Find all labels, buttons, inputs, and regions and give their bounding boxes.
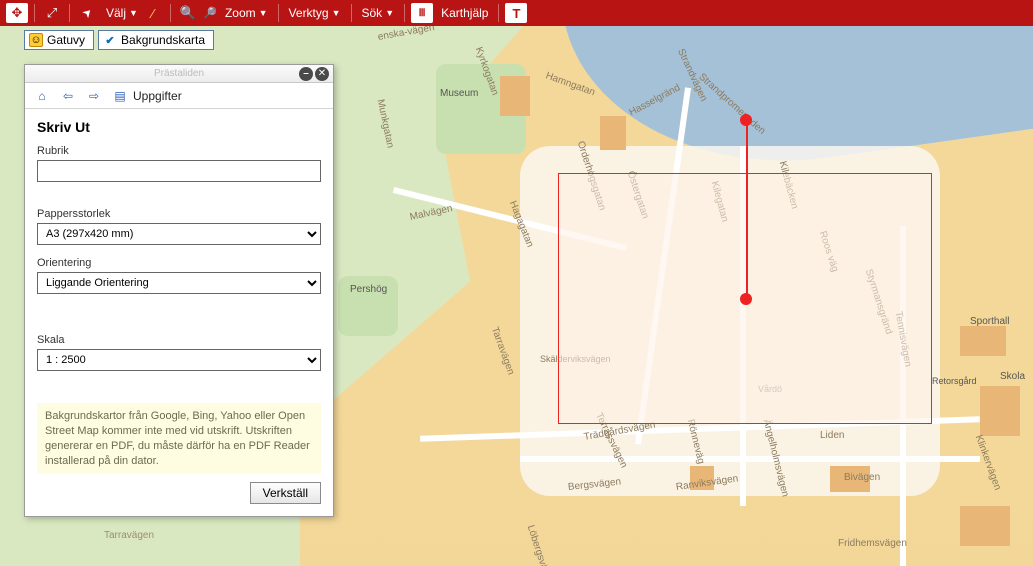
panel-body: Skriv Ut Rubrik Pappersstorlek A3 (297x4… bbox=[25, 109, 333, 516]
tools-menu[interactable]: Verktyg ▼ bbox=[285, 3, 345, 23]
building bbox=[500, 76, 530, 116]
select-label-text: Välj bbox=[106, 6, 126, 20]
arrow-left-icon[interactable]: ⇦ bbox=[59, 87, 77, 105]
person-icon: ☺ bbox=[29, 33, 43, 47]
park-area bbox=[338, 276, 398, 336]
scale-label: Skala bbox=[37, 334, 321, 346]
orientation-select[interactable]: Liggande Orientering bbox=[37, 272, 321, 294]
background-map-label: Bakgrundskarta bbox=[121, 33, 205, 47]
street-enska: enska-vägen bbox=[377, 26, 435, 43]
separator bbox=[351, 4, 352, 22]
panel-ghost-title: Prästaliden bbox=[25, 68, 333, 79]
building bbox=[980, 386, 1020, 436]
arrow-right-icon[interactable]: ⇨ bbox=[85, 87, 103, 105]
building bbox=[960, 326, 1006, 356]
street-tarravagen2: Tarravägen bbox=[104, 530, 154, 541]
select-label: Välj ▼ bbox=[102, 3, 142, 23]
details-label: Uppgifter bbox=[133, 89, 182, 103]
layer-buttons: ☺ Gatuvy ✔ Bakgrundskarta bbox=[24, 30, 214, 50]
details-button[interactable]: ▤ Uppgifter bbox=[111, 87, 182, 105]
pointer-icon bbox=[76, 3, 98, 23]
panel-toolbar: ⌂ ⇦ ⇨ ▤ Uppgifter bbox=[25, 83, 333, 109]
paper-size-select[interactable]: A3 (297x420 mm) bbox=[37, 223, 321, 245]
panel-actions: Verkställ bbox=[37, 482, 321, 504]
panel-titlebar[interactable]: Prästaliden – ✕ bbox=[25, 65, 333, 83]
panel-minimize-button[interactable]: – bbox=[299, 67, 313, 81]
print-extent-center-handle[interactable] bbox=[740, 293, 752, 305]
streetview-button[interactable]: ☺ Gatuvy bbox=[24, 30, 94, 50]
rubrik-input[interactable] bbox=[37, 160, 321, 182]
main-toolbar: ✥ ⤢ Välj ▼ ⁄ 🔍 🔎 Zoom ▼ Verktyg ▼ Sök ▼ … bbox=[0, 0, 1033, 26]
chevron-down-icon: ▼ bbox=[332, 8, 341, 18]
measure-icon[interactable]: ⁄ bbox=[142, 3, 164, 23]
street-munkgatan: Munkgatan bbox=[375, 98, 396, 149]
building bbox=[830, 466, 870, 492]
rubrik-label: Rubrik bbox=[37, 145, 321, 157]
scale-select[interactable]: 1 : 2500 bbox=[37, 349, 321, 371]
separator bbox=[34, 4, 35, 22]
paper-size-label: Pappersstorlek bbox=[37, 208, 321, 220]
chevron-down-icon: ▼ bbox=[129, 8, 138, 18]
orientation-label: Orientering bbox=[37, 257, 321, 269]
map-help-icon: Ⅲ bbox=[411, 3, 433, 23]
map-help-label-text: Karthjälp bbox=[441, 6, 488, 20]
zoom-label-text: Zoom bbox=[225, 6, 256, 20]
submit-button[interactable]: Verkställ bbox=[250, 482, 321, 504]
building bbox=[690, 466, 714, 490]
building bbox=[960, 506, 1010, 546]
separator bbox=[170, 4, 171, 22]
separator bbox=[278, 4, 279, 22]
separator bbox=[69, 4, 70, 22]
zoom-in-icon[interactable]: 🔍 bbox=[177, 3, 199, 23]
fullscreen-icon[interactable]: ⤢ bbox=[41, 3, 63, 23]
print-extent-handle-line bbox=[746, 120, 748, 300]
separator bbox=[498, 4, 499, 22]
tools-label-text: Verktyg bbox=[289, 6, 329, 20]
streetview-label: Gatuvy bbox=[47, 33, 85, 47]
separator bbox=[404, 4, 405, 22]
zoom-out-icon[interactable]: 🔎 bbox=[201, 5, 220, 22]
print-panel: Prästaliden – ✕ ⌂ ⇦ ⇨ ▤ Uppgifter Skriv … bbox=[24, 64, 334, 517]
home-icon[interactable]: ⌂ bbox=[33, 87, 51, 105]
move-icon[interactable]: ✥ bbox=[6, 3, 28, 23]
map-help[interactable]: Ⅲ Karthjälp bbox=[411, 3, 492, 23]
panel-title: Skriv Ut bbox=[37, 119, 321, 135]
info-note: Bakgrundskartor från Google, Bing, Yahoo… bbox=[37, 403, 321, 474]
road bbox=[520, 456, 980, 462]
search-label-text: Sök bbox=[362, 6, 383, 20]
chevron-down-icon: ▼ bbox=[259, 8, 268, 18]
text-tool-icon[interactable]: T bbox=[505, 3, 527, 23]
background-map-button[interactable]: ✔ Bakgrundskarta bbox=[98, 30, 214, 50]
print-extent-top-handle[interactable] bbox=[740, 114, 752, 126]
search-menu[interactable]: Sök ▼ bbox=[358, 3, 399, 23]
panel-close-button[interactable]: ✕ bbox=[315, 67, 329, 81]
select-tool[interactable]: Välj ▼ bbox=[76, 3, 142, 23]
list-icon: ▤ bbox=[111, 87, 129, 105]
chevron-down-icon: ▼ bbox=[385, 8, 394, 18]
check-icon: ✔ bbox=[103, 33, 117, 47]
building bbox=[600, 116, 626, 150]
zoom-menu[interactable]: Zoom ▼ bbox=[221, 3, 272, 23]
